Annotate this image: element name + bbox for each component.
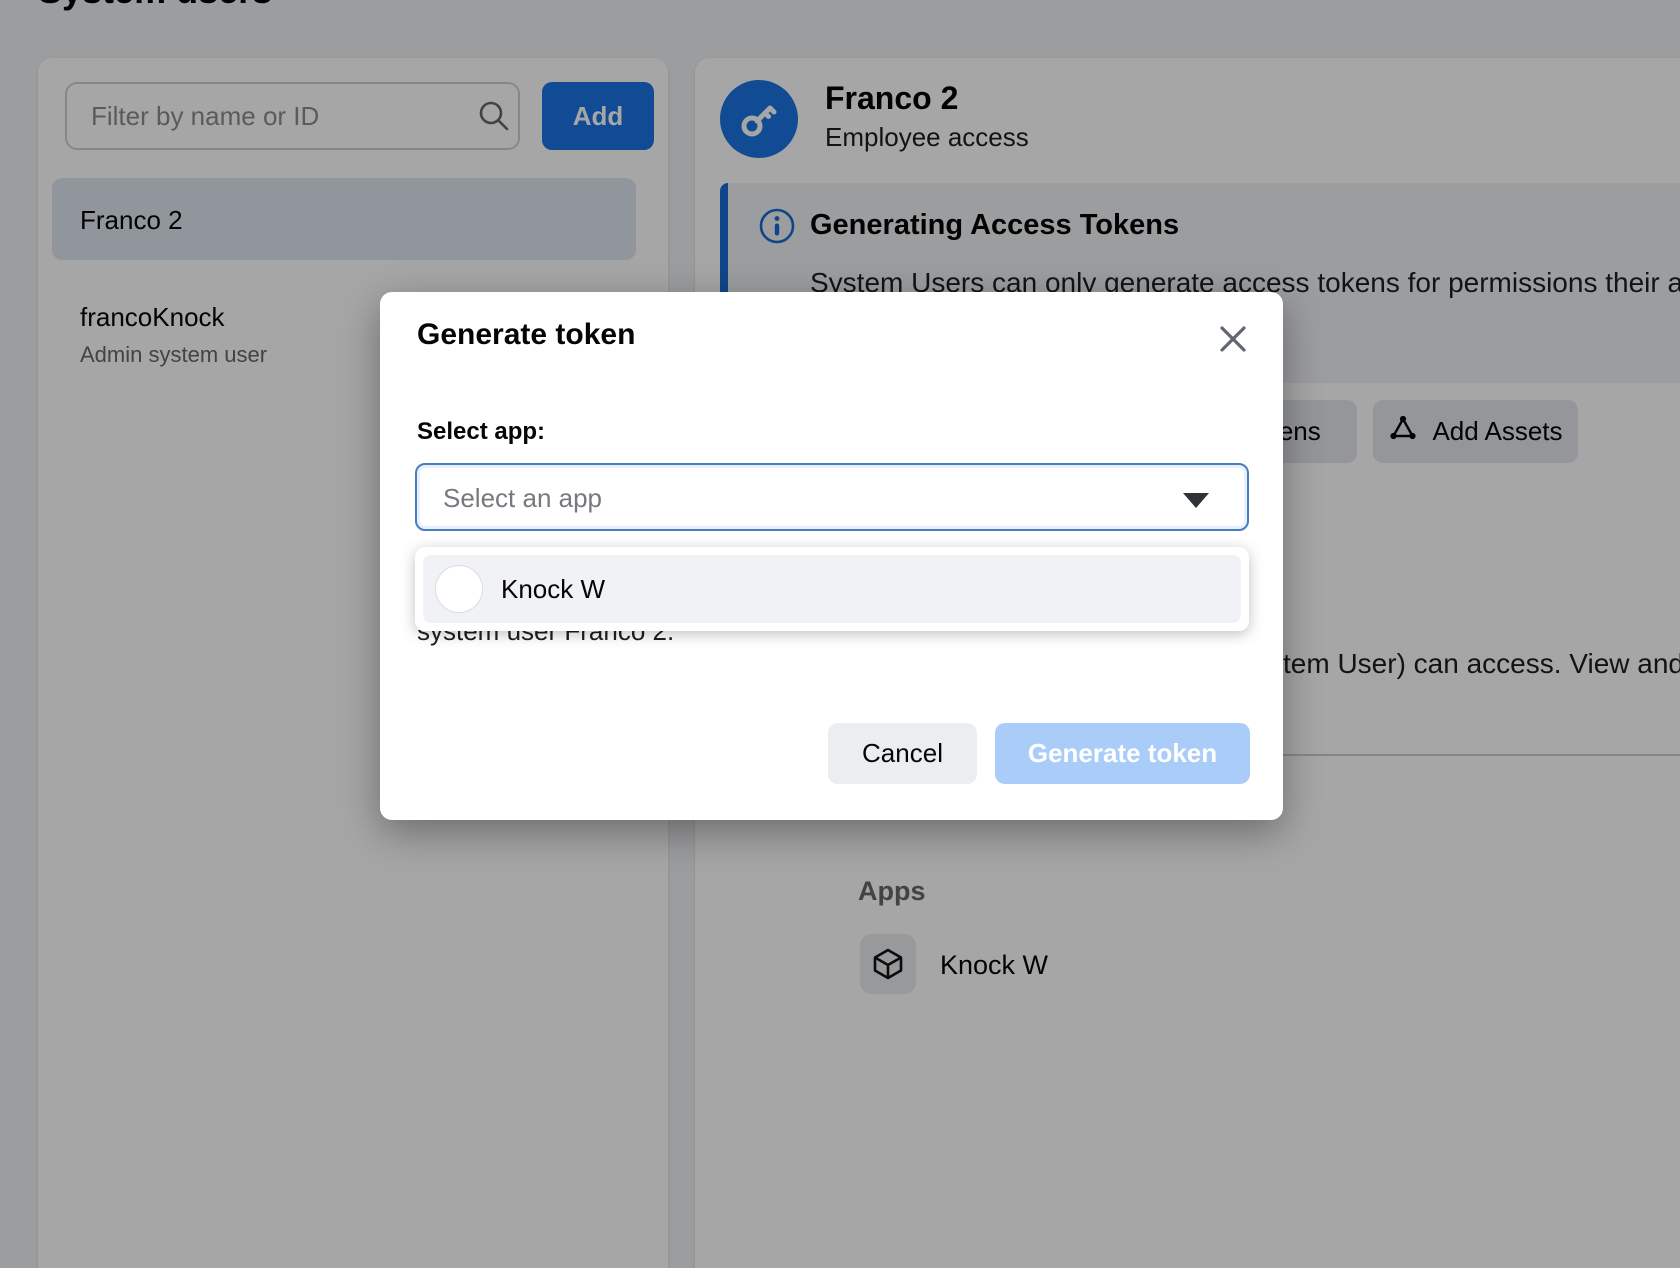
generate-token-submit-button[interactable]: Generate token — [995, 723, 1250, 784]
system-users-page: System users Add Franco 2 francoKnock Ad… — [0, 0, 1680, 1268]
option-label: Knock W — [501, 574, 605, 605]
app-options-listbox: Knock W — [415, 547, 1249, 631]
occluded-description-fragment: system user Franco 2. — [417, 630, 674, 650]
chevron-down-icon — [1183, 493, 1209, 508]
cancel-button[interactable]: Cancel — [828, 723, 977, 784]
app-avatar — [435, 565, 483, 613]
dropdown-placeholder: Select an app — [443, 483, 602, 514]
select-app-label: Select app: — [417, 418, 545, 446]
option-knock-w[interactable]: Knock W — [423, 555, 1241, 623]
app-select-dropdown[interactable]: Select an app — [415, 463, 1249, 531]
dialog-actions: Cancel Generate token — [828, 723, 1250, 784]
close-icon[interactable] — [1210, 316, 1256, 362]
dialog-title: Generate token — [417, 318, 635, 352]
generate-token-dialog: Generate token Select app: Select an app… — [380, 292, 1283, 820]
